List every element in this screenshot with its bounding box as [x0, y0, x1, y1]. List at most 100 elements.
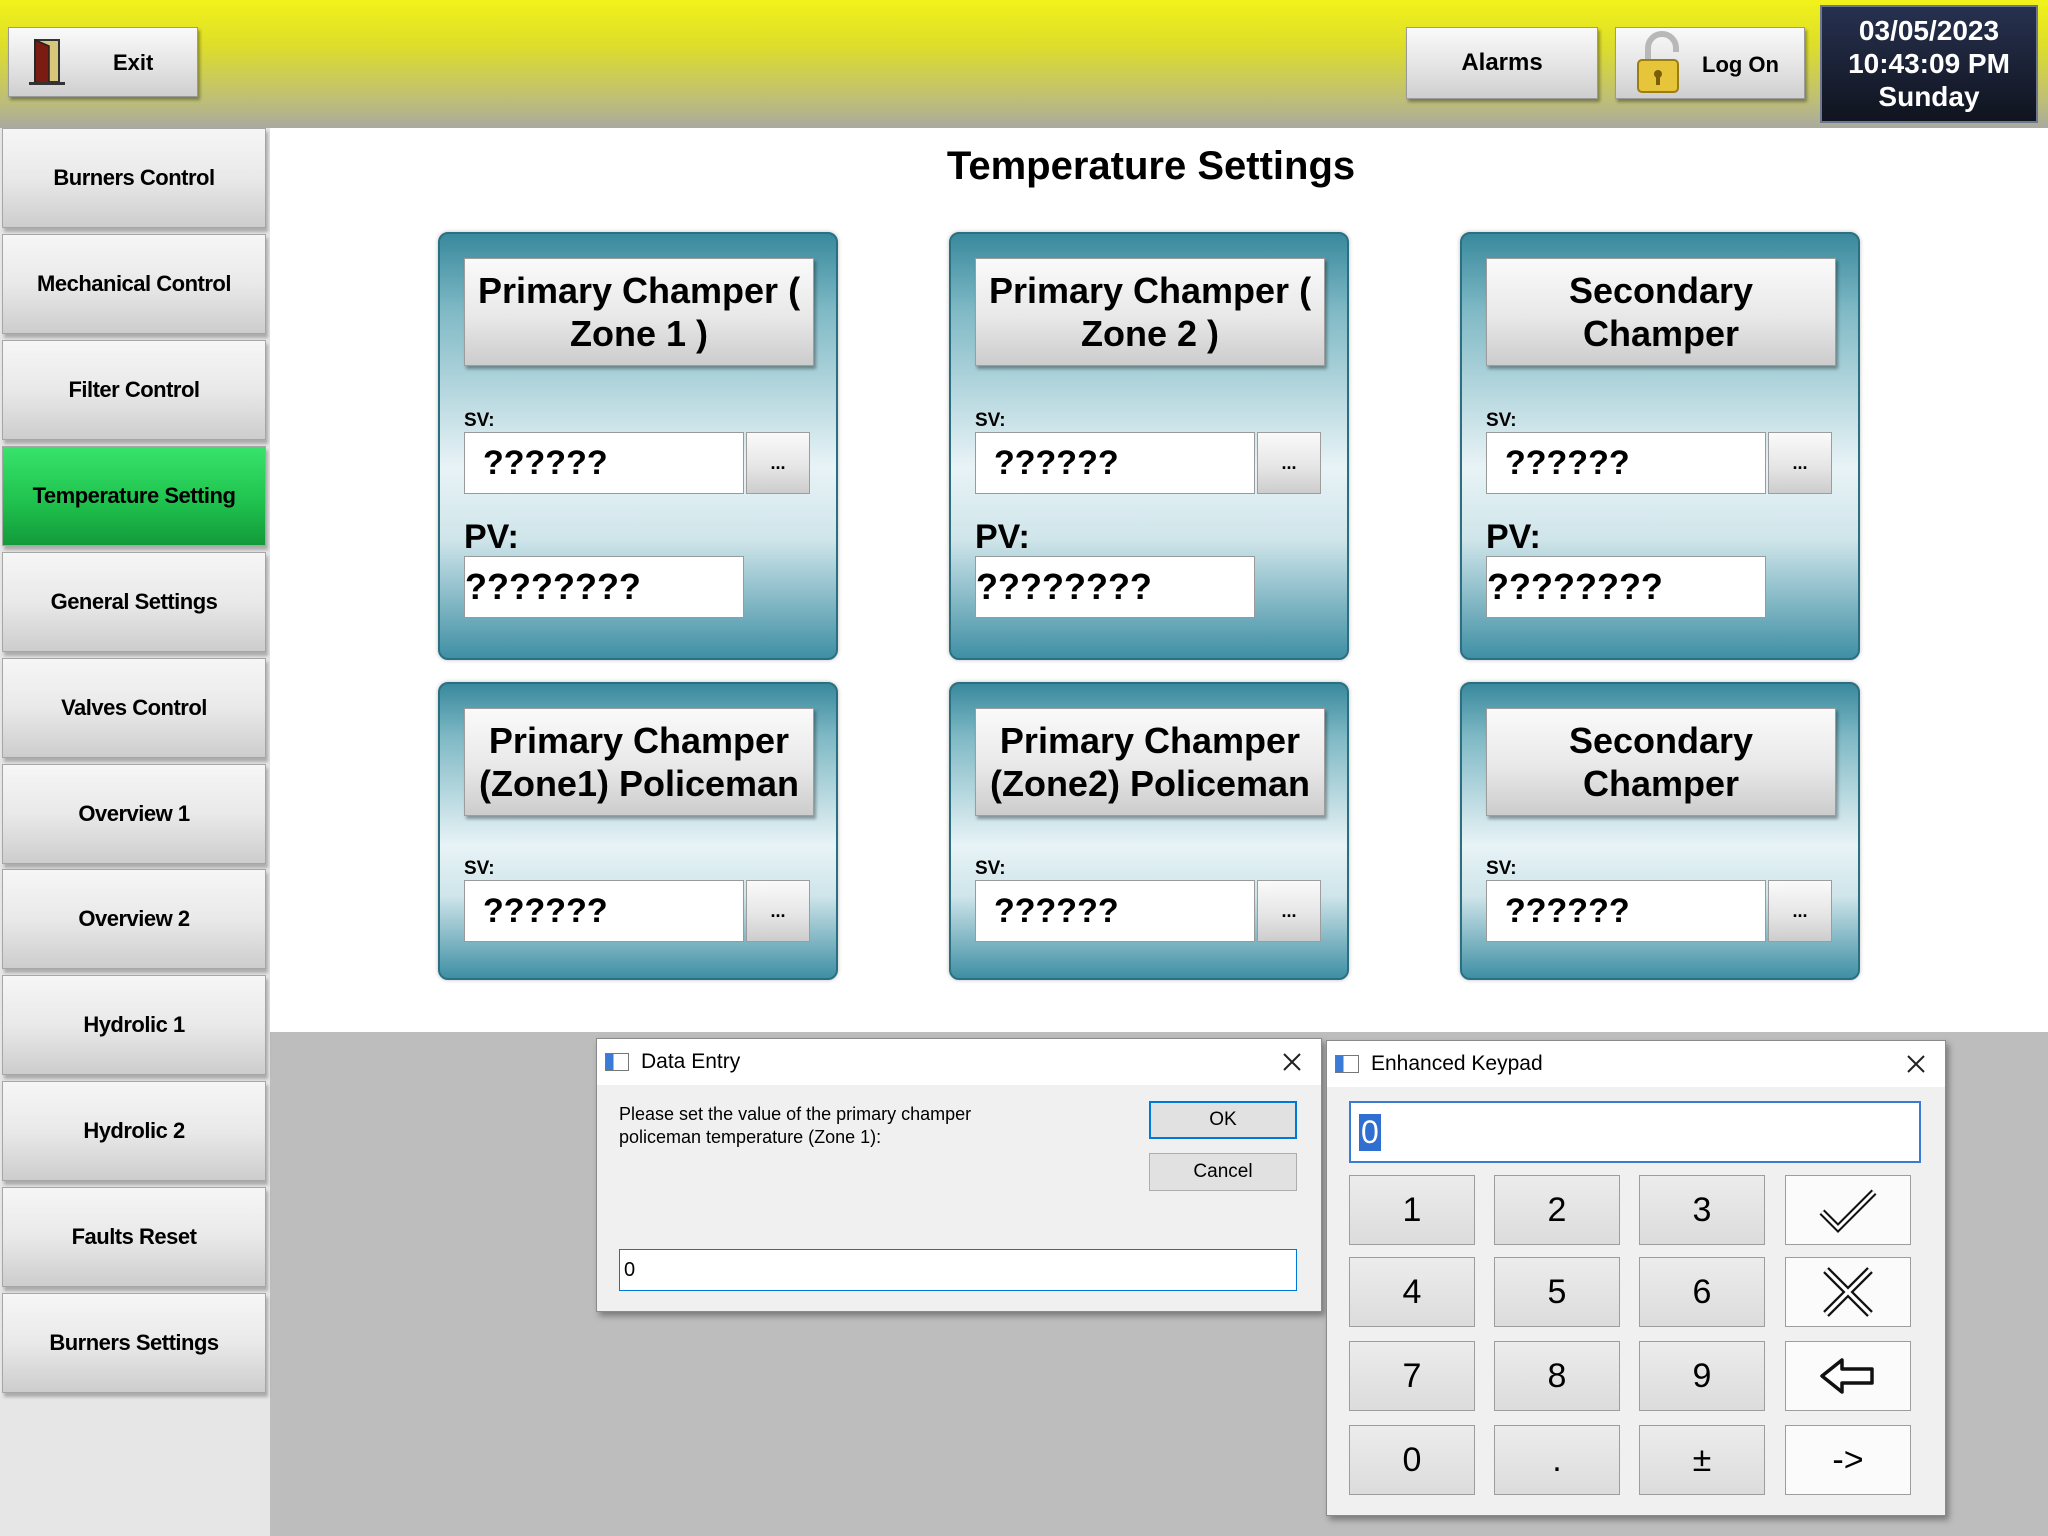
dialog-message: Please set the value of the primary cham…	[619, 1104, 972, 1147]
temperature-card-primary-zone1: Primary Champer ( Zone 1 ) SV: ?????? ..…	[438, 232, 838, 660]
close-icon[interactable]	[1901, 1049, 1931, 1079]
day-text: Sunday	[1878, 81, 1980, 112]
sv-label: SV:	[1486, 410, 1517, 431]
sv-label: SV:	[464, 410, 495, 431]
sidebar-item-label: Burners Control	[53, 165, 215, 190]
temperature-card-primary-zone2: Primary Champer ( Zone 2 ) SV: ?????? ..…	[949, 232, 1349, 660]
sidebar-item-label: Overview 2	[78, 906, 190, 931]
key-3[interactable]: 3	[1639, 1175, 1765, 1245]
keypad-display[interactable]: 0	[1349, 1101, 1921, 1163]
sidebar-item-label: Hydrolic 2	[83, 1118, 185, 1143]
date-text: 03/05/2023	[1858, 15, 2000, 46]
exit-button[interactable]: Exit	[8, 27, 198, 97]
card-title-button[interactable]: Secondary Champer	[1486, 708, 1836, 816]
sidebar-item-hydrolic-2[interactable]: Hydrolic 2	[2, 1081, 266, 1181]
sv-edit-button[interactable]: ...	[1257, 880, 1321, 942]
pv-label: PV:	[1486, 518, 1541, 556]
sidebar-item-label: Mechanical Control	[37, 271, 231, 296]
next-key[interactable]: ->	[1785, 1425, 1911, 1495]
sv-edit-button[interactable]: ...	[1768, 880, 1832, 942]
sidebar-item-label: Hydrolic 1	[83, 1012, 185, 1037]
pv-value-display: ????????	[1486, 556, 1766, 618]
sidebar-item-label: Valves Control	[61, 695, 207, 720]
enter-key[interactable]	[1785, 1175, 1911, 1245]
cancel-button[interactable]: Cancel	[1149, 1153, 1297, 1191]
sv-label: SV:	[975, 410, 1006, 431]
sv-label: SV:	[975, 858, 1006, 879]
sidebar-item-filter-control[interactable]: Filter Control	[2, 340, 266, 440]
key-0[interactable]: 0	[1349, 1425, 1475, 1495]
decimal-key[interactable]: .	[1494, 1425, 1620, 1495]
sidebar-item-label: Faults Reset	[71, 1224, 197, 1249]
card-title-button[interactable]: Primary Champer (Zone2) Policeman	[975, 708, 1325, 816]
backspace-key[interactable]	[1785, 1341, 1911, 1411]
value-input[interactable]: 0	[619, 1249, 1297, 1291]
pv-label: PV:	[975, 518, 1030, 556]
data-entry-dialog: Data Entry Please set the value of the p…	[596, 1038, 1322, 1312]
key-8[interactable]: 8	[1494, 1341, 1620, 1411]
sidebar-nav: Burners Control Mechanical Control Filte…	[0, 128, 270, 1536]
sidebar-item-burners-control[interactable]: Burners Control	[2, 128, 266, 228]
x-icon	[1823, 1267, 1873, 1317]
sv-value-field[interactable]: ??????	[975, 880, 1255, 942]
key-7[interactable]: 7	[1349, 1341, 1475, 1411]
sv-edit-button[interactable]: ...	[1257, 432, 1321, 494]
sv-edit-button[interactable]: ...	[1768, 432, 1832, 494]
temperature-card-secondary-policeman: Secondary Champer SV: ?????? ...	[1460, 682, 1860, 980]
keypad-title-bar[interactable]: Enhanced Keypad	[1327, 1041, 1945, 1087]
sidebar-item-overview-1[interactable]: Overview 1	[2, 764, 266, 864]
pv-value-display: ????????	[464, 556, 744, 618]
sidebar-item-burners-settings[interactable]: Burners Settings	[2, 1293, 266, 1393]
alarms-button[interactable]: Alarms	[1406, 27, 1598, 99]
card-title-button[interactable]: Secondary Champer	[1486, 258, 1836, 366]
sv-edit-button[interactable]: ...	[746, 432, 810, 494]
log-on-label: Log On	[1702, 52, 1779, 77]
sidebar-item-label: Overview 1	[78, 801, 190, 826]
main-panel: Temperature Settings Primary Champer ( Z…	[270, 128, 2048, 1032]
sv-value-field[interactable]: ??????	[1486, 880, 1766, 942]
sv-label: SV:	[1486, 858, 1517, 879]
key-5[interactable]: 5	[1494, 1257, 1620, 1327]
keypad-title: Enhanced Keypad	[1371, 1052, 1543, 1075]
exit-door-icon	[29, 38, 65, 85]
keypad-display-value: 0	[1359, 1113, 1381, 1151]
sidebar-item-hydrolic-1[interactable]: Hydrolic 1	[2, 975, 266, 1075]
sidebar-item-label: Burners Settings	[49, 1330, 219, 1355]
window-app-icon	[605, 1053, 629, 1071]
key-2[interactable]: 2	[1494, 1175, 1620, 1245]
check-icon	[1819, 1189, 1877, 1233]
ok-button[interactable]: OK	[1149, 1101, 1297, 1139]
sv-label: SV:	[464, 858, 495, 879]
key-1[interactable]: 1	[1349, 1175, 1475, 1245]
sv-value-field[interactable]: ??????	[464, 432, 744, 494]
sv-value-field[interactable]: ??????	[1486, 432, 1766, 494]
key-6[interactable]: 6	[1639, 1257, 1765, 1327]
temperature-card-primary-zone2-policeman: Primary Champer (Zone2) Policeman SV: ??…	[949, 682, 1349, 980]
card-title-button[interactable]: Primary Champer ( Zone 1 )	[464, 258, 814, 366]
sidebar-item-temperature-setting[interactable]: Temperature Setting	[2, 446, 266, 546]
sidebar-item-faults-reset[interactable]: Faults Reset	[2, 1187, 266, 1287]
page-title: Temperature Settings	[946, 144, 1356, 188]
sidebar-item-label: General Settings	[50, 589, 218, 614]
sv-value-field[interactable]: ??????	[464, 880, 744, 942]
top-bar: Exit Alarms Log On 03/05/2023 10:43:09 P…	[0, 0, 2048, 128]
sidebar-item-overview-2[interactable]: Overview 2	[2, 869, 266, 969]
close-icon[interactable]	[1277, 1047, 1307, 1077]
cancel-key[interactable]	[1785, 1257, 1911, 1327]
sv-value-field[interactable]: ??????	[975, 432, 1255, 494]
key-4[interactable]: 4	[1349, 1257, 1475, 1327]
sidebar-item-mechanical-control[interactable]: Mechanical Control	[2, 234, 266, 334]
enhanced-keypad-dialog: Enhanced Keypad 0 1 2 3 4 5 6 7 8 9 0 . …	[1326, 1040, 1946, 1516]
sv-edit-button[interactable]: ...	[746, 880, 810, 942]
plus-minus-key[interactable]: ±	[1639, 1425, 1765, 1495]
log-on-button[interactable]: Log On	[1615, 27, 1805, 99]
temperature-card-secondary: Secondary Champer SV: ?????? ... PV: ???…	[1460, 232, 1860, 660]
card-title-button[interactable]: Primary Champer ( Zone 2 )	[975, 258, 1325, 366]
card-title-button[interactable]: Primary Champer (Zone1) Policeman	[464, 708, 814, 816]
key-9[interactable]: 9	[1639, 1341, 1765, 1411]
dialog-title: Data Entry	[641, 1050, 741, 1073]
sidebar-item-general-settings[interactable]: General Settings	[2, 552, 266, 652]
dialog-title-bar[interactable]: Data Entry	[597, 1039, 1321, 1085]
sidebar-item-valves-control[interactable]: Valves Control	[2, 658, 266, 758]
backspace-arrow-icon	[1820, 1358, 1874, 1394]
